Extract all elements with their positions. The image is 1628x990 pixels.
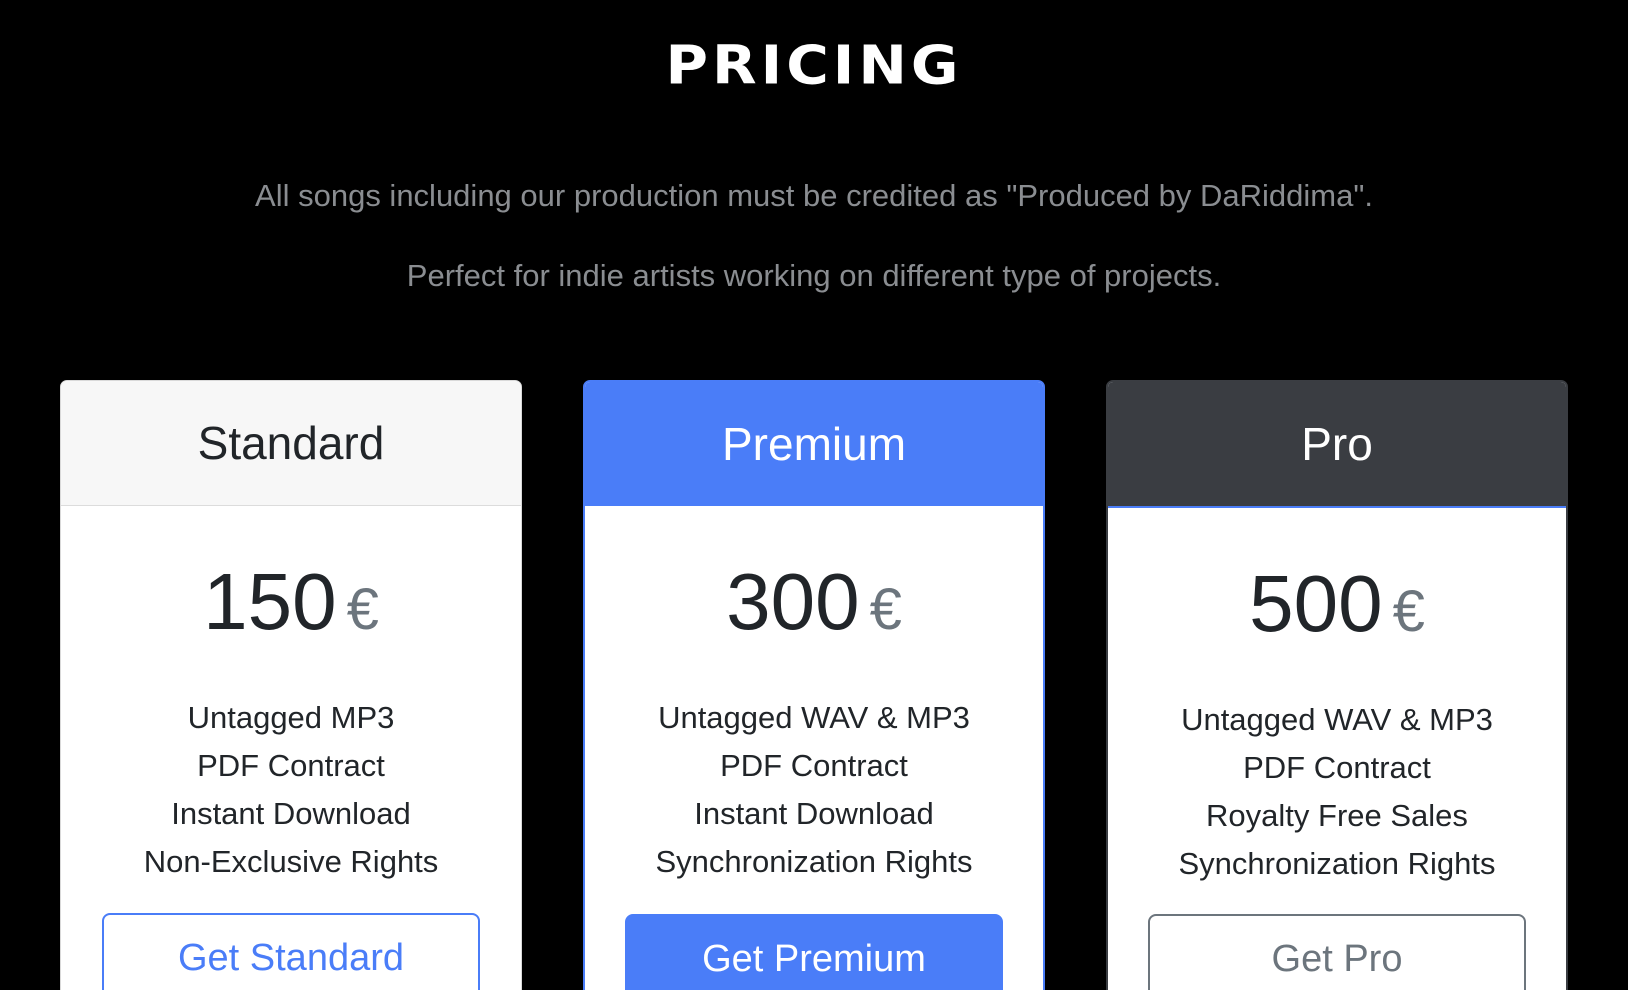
- get-standard-button[interactable]: Get Standard: [102, 913, 480, 990]
- page-title: PRICING: [665, 33, 963, 97]
- price-amount: 300: [726, 557, 860, 646]
- plan-price: 500 €: [1108, 556, 1566, 660]
- plan-card-pro: Pro 500 € Untagged WAV & MP3 PDF Contract…: [1106, 380, 1568, 990]
- feature-item: Instant Download: [694, 796, 934, 831]
- price-currency: €: [346, 577, 379, 642]
- audience-note: Perfect for indie artists working on dif…: [406, 258, 1222, 293]
- price-amount: 150: [203, 557, 337, 646]
- get-premium-button[interactable]: Get Premium: [625, 914, 1003, 990]
- feature-item: PDF Contract: [1243, 750, 1431, 785]
- plan-name: Standard: [61, 381, 521, 506]
- feature-list: Untagged MP3 PDF Contract Instant Downlo…: [61, 694, 521, 886]
- pricing-page: PRICING All songs including our producti…: [0, 0, 1628, 990]
- plan-card-standard: Standard 150 € Untagged MP3 PDF Contract …: [60, 380, 522, 990]
- price-currency: €: [869, 577, 902, 642]
- plan-card-premium: Premium 300 € Untagged WAV & MP3 PDF Cont…: [583, 380, 1045, 990]
- get-pro-button[interactable]: Get Pro: [1148, 914, 1526, 990]
- feature-item: Untagged MP3: [187, 700, 395, 735]
- feature-item: PDF Contract: [197, 748, 385, 783]
- feature-item: Untagged WAV & MP3: [658, 700, 970, 735]
- plan-name: Pro: [1108, 382, 1566, 508]
- feature-item: Royalty Free Sales: [1206, 798, 1468, 833]
- feature-list: Untagged WAV & MP3 PDF Contract Royalty …: [1108, 696, 1566, 888]
- plan-price: 300 €: [585, 554, 1043, 658]
- feature-item: Untagged WAV & MP3: [1181, 702, 1493, 737]
- plan-price: 150 €: [61, 554, 521, 658]
- feature-item: Synchronization Rights: [1178, 846, 1496, 881]
- feature-list: Untagged WAV & MP3 PDF Contract Instant …: [585, 694, 1043, 886]
- plan-name: Premium: [585, 382, 1043, 506]
- price-amount: 500: [1249, 559, 1383, 648]
- credit-notice: All songs including our production must …: [255, 178, 1373, 213]
- feature-item: Instant Download: [171, 796, 411, 831]
- price-currency: €: [1392, 579, 1425, 644]
- feature-item: Synchronization Rights: [655, 844, 973, 879]
- feature-item: Non-Exclusive Rights: [143, 844, 439, 879]
- feature-item: PDF Contract: [720, 748, 908, 783]
